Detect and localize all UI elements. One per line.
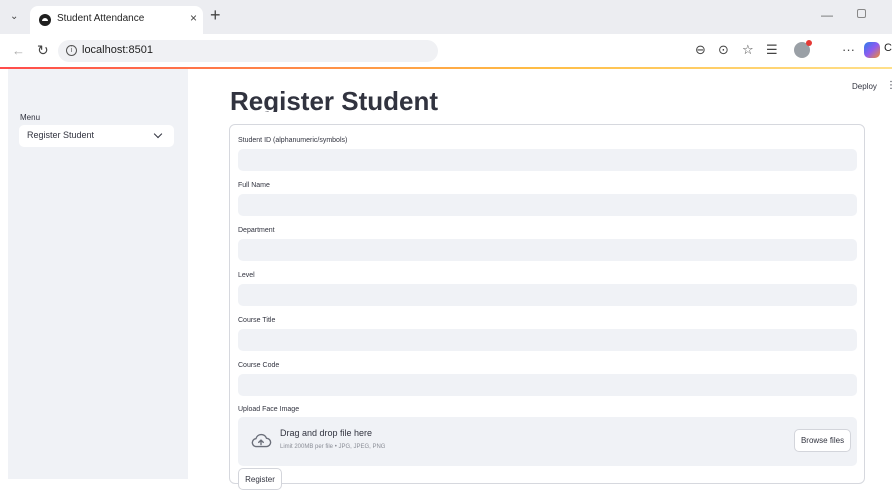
dropzone-title: Drag and drop file here xyxy=(280,428,373,438)
favorites-icon[interactable]: ☰ xyxy=(766,42,778,58)
student-id-label: Student ID (alphanumeric/symbols) xyxy=(238,137,348,144)
file-dropzone[interactable]: Drag and drop file here Limit 200MB per … xyxy=(238,417,857,466)
star-icon[interactable]: ☆ xyxy=(742,42,754,58)
upload-label: Upload Face Image xyxy=(238,406,300,413)
course-code-label: Course Code xyxy=(238,362,280,369)
browser-tab[interactable]: Student Attendance × xyxy=(30,6,203,34)
avatar[interactable] xyxy=(794,40,812,58)
menu-select[interactable]: Register Student xyxy=(19,125,174,147)
dropzone-subtitle: Limit 200MB per file • JPG, JPEG, PNG xyxy=(280,444,386,450)
streamlit-favicon-icon xyxy=(39,14,51,26)
register-button[interactable]: Register xyxy=(238,468,282,490)
register-form: Student ID (alphanumeric/symbols) Full N… xyxy=(229,124,865,490)
department-label: Department xyxy=(238,227,275,234)
url-field[interactable]: i localhost:8501 xyxy=(58,40,438,62)
department-input[interactable] xyxy=(238,239,857,261)
reload-icon[interactable]: ↻ xyxy=(37,42,49,59)
browser-tab-strip: ⌄ Student Attendance × + — xyxy=(0,0,892,34)
copilot-label: Cl xyxy=(884,42,892,54)
main-menu-icon[interactable]: ⋮ xyxy=(886,80,892,91)
chevron-down-icon xyxy=(153,129,163,139)
more-icon[interactable]: ··· xyxy=(842,42,855,57)
info-icon[interactable]: i xyxy=(66,45,77,56)
new-tab-icon[interactable]: + xyxy=(210,6,221,24)
course-title-input[interactable] xyxy=(238,329,857,351)
course-title-label: Course Title xyxy=(238,317,276,324)
address-bar: ← ↻ i localhost:8501 ⊖ ⊙ ☆ ☰ ··· Cl xyxy=(0,34,892,68)
menu-label: Menu xyxy=(20,113,41,122)
arrow-left-icon[interactable]: ← xyxy=(12,43,25,58)
cloud-upload-icon xyxy=(251,433,272,448)
minimize-icon[interactable]: — xyxy=(821,8,833,22)
menu-select-value: Register Student xyxy=(27,130,95,140)
reader-icon[interactable]: ⊙ xyxy=(718,42,729,58)
close-icon[interactable]: × xyxy=(190,11,197,25)
full-name-input[interactable] xyxy=(238,194,857,216)
student-id-input[interactable] xyxy=(238,149,857,171)
browse-files-button[interactable]: Browse files xyxy=(794,429,851,452)
level-label: Level xyxy=(238,272,255,279)
page-title: Register Student xyxy=(230,86,439,112)
chevron-down-icon[interactable]: ⌄ xyxy=(10,12,22,22)
url-text: localhost:8501 xyxy=(82,44,153,56)
course-code-input[interactable] xyxy=(238,374,857,396)
copilot-icon[interactable] xyxy=(864,42,880,58)
zoom-out-icon[interactable]: ⊖ xyxy=(695,42,706,58)
level-input[interactable] xyxy=(238,284,857,306)
restore-icon[interactable] xyxy=(857,9,866,18)
deploy-button[interactable]: Deploy xyxy=(852,82,877,91)
sidebar: Menu Register Student xyxy=(8,69,188,479)
full-name-label: Full Name xyxy=(238,182,270,189)
tab-title: Student Attendance xyxy=(57,13,145,24)
